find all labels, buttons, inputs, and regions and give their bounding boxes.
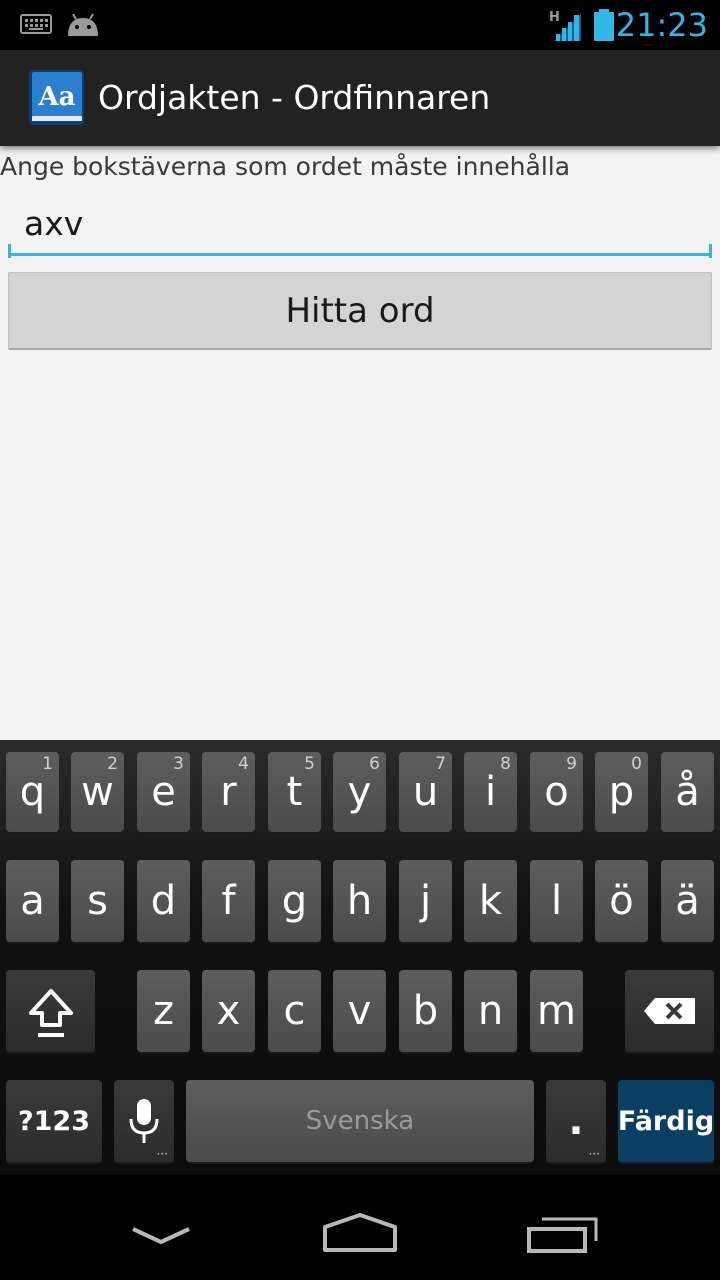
key-n[interactable]: n: [464, 970, 517, 1052]
key-label: å: [675, 769, 700, 815]
key-hint: 5: [304, 754, 315, 774]
key-e[interactable]: e3: [137, 752, 190, 832]
key-hint: 4: [238, 754, 249, 774]
input-underline-right-tick: [709, 244, 712, 258]
app-title: Ordjakten - Ordfinnaren: [98, 78, 491, 117]
backspace-icon: [643, 998, 695, 1024]
signal-icon: H: [549, 10, 581, 41]
key-s[interactable]: s: [71, 860, 124, 942]
key-b[interactable]: b: [399, 970, 452, 1052]
status-bar: H 21:23: [0, 0, 720, 50]
key-g[interactable]: g: [268, 860, 321, 942]
shift-key[interactable]: [6, 970, 95, 1052]
key-a-ring[interactable]: å: [661, 752, 714, 832]
key-z[interactable]: z: [137, 970, 190, 1052]
space-key[interactable]: Svenska: [186, 1080, 534, 1162]
key-hint: 1: [42, 754, 53, 774]
key-label: i: [484, 769, 497, 815]
key-hint: 3: [173, 754, 184, 774]
home-icon[interactable]: [322, 1213, 398, 1253]
keyboard-icon: [20, 14, 52, 34]
key-f[interactable]: f: [202, 860, 255, 942]
key-x[interactable]: x: [202, 970, 255, 1052]
key-label: q: [19, 769, 46, 815]
key-c[interactable]: c: [268, 970, 321, 1052]
key-j[interactable]: j: [399, 860, 452, 942]
more-options-dots: ···: [588, 1147, 600, 1161]
key-l[interactable]: l: [530, 860, 583, 942]
key-y[interactable]: y6: [333, 752, 386, 832]
key-a[interactable]: a: [6, 860, 59, 942]
backspace-key[interactable]: [625, 970, 714, 1052]
key-d[interactable]: d: [137, 860, 190, 942]
android-debug-icon: [68, 13, 98, 36]
key-label: o: [544, 769, 569, 815]
done-key[interactable]: Färdig: [618, 1080, 714, 1162]
key-label: r: [220, 769, 237, 815]
battery-icon: [594, 9, 614, 41]
key-hint: 9: [566, 754, 577, 774]
key-r[interactable]: r4: [202, 752, 255, 832]
key-w[interactable]: w2: [71, 752, 124, 832]
key-a-umlaut[interactable]: ä: [661, 860, 714, 942]
svg-text:H: H: [549, 10, 560, 25]
back-icon[interactable]: [130, 1223, 192, 1249]
key-label: e: [151, 769, 176, 815]
phone-screen: H 21:23 Aa Ordjakten - Ordfinnaren Ange …: [0, 0, 720, 1280]
key-o-umlaut[interactable]: ö: [595, 860, 648, 942]
key-hint: 2: [107, 754, 118, 774]
key-q[interactable]: q1: [6, 752, 59, 832]
main-content: Ange bokstäverna som ordet måste innehål…: [0, 146, 720, 740]
key-o[interactable]: o9: [530, 752, 583, 832]
key-label: t: [286, 769, 303, 815]
period-label: .: [568, 1098, 584, 1144]
more-options-dots: ···: [156, 1147, 168, 1161]
find-words-button[interactable]: Hitta ord: [8, 272, 712, 350]
key-i[interactable]: i8: [464, 752, 517, 832]
navigation-bar: [0, 1175, 720, 1280]
shift-icon: [28, 989, 73, 1037]
key-hint: 8: [500, 754, 511, 774]
letters-prompt-label: Ange bokstäverna som ordet måste innehål…: [0, 152, 571, 181]
recent-apps-icon[interactable]: [526, 1215, 598, 1255]
key-h[interactable]: h: [333, 860, 386, 942]
clock: 21:23: [615, 6, 708, 44]
input-underline-left-tick: [8, 244, 11, 258]
action-bar: Aa Ordjakten - Ordfinnaren: [0, 50, 720, 146]
key-hint: 6: [369, 754, 380, 774]
key-label: y: [347, 769, 372, 815]
key-hint: 0: [631, 754, 642, 774]
key-label: p: [608, 769, 635, 815]
svg-text:Aa: Aa: [37, 82, 75, 112]
key-p[interactable]: p0: [595, 752, 648, 832]
key-v[interactable]: v: [333, 970, 386, 1052]
voice-input-key[interactable]: ···: [114, 1080, 174, 1162]
key-u[interactable]: u7: [399, 752, 452, 832]
microphone-icon: [129, 1099, 159, 1143]
key-t[interactable]: t5: [268, 752, 321, 832]
key-k[interactable]: k: [464, 860, 517, 942]
key-m[interactable]: m: [530, 970, 583, 1052]
app-icon[interactable]: Aa: [26, 67, 88, 129]
key-label: w: [81, 769, 114, 815]
symbols-key[interactable]: ?123: [6, 1080, 102, 1162]
period-key[interactable]: . ···: [546, 1080, 606, 1162]
letters-input[interactable]: [8, 194, 712, 256]
key-hint: 7: [435, 754, 446, 774]
soft-keyboard: q1 w2 e3 r4 t5 y6 u7 i8 o9 p0 å a s d f …: [0, 740, 720, 1175]
key-label: u: [412, 769, 439, 815]
